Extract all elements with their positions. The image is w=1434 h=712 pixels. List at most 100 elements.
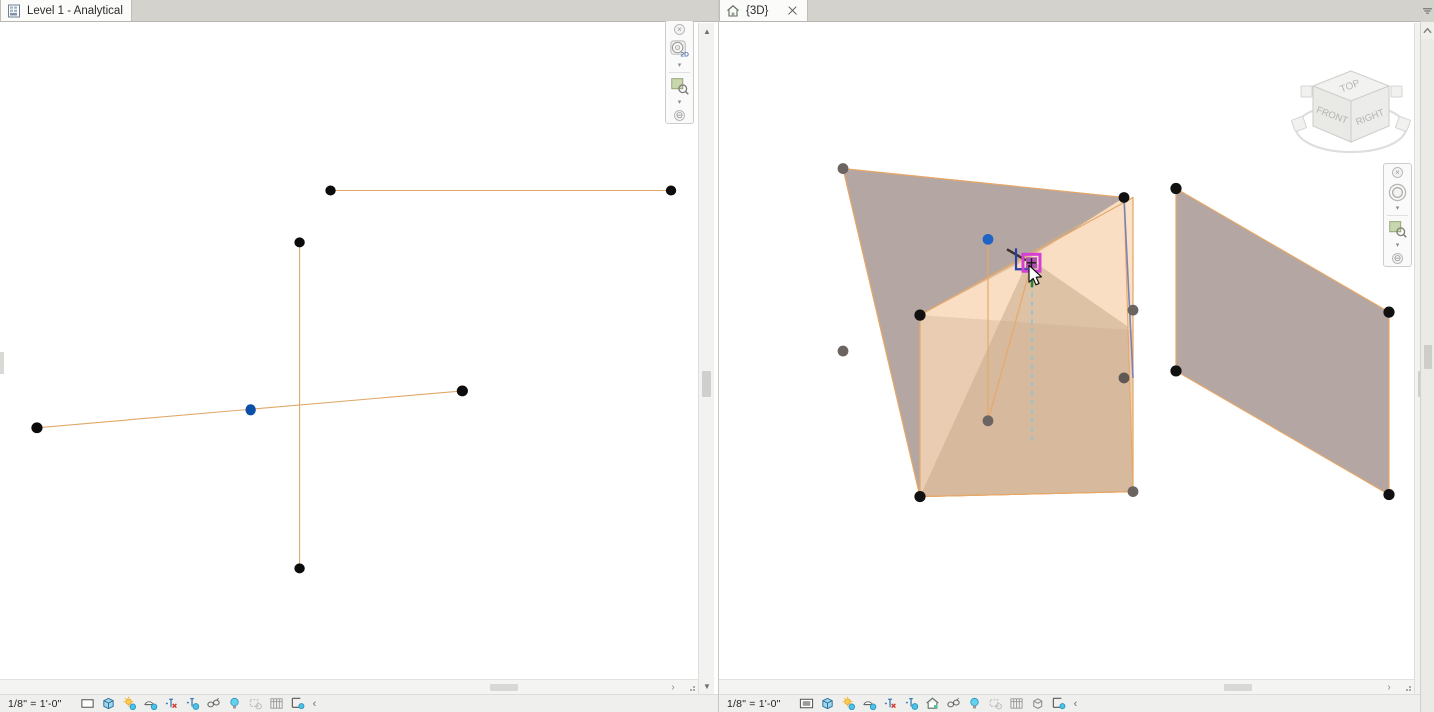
node-k[interactable] [1383,306,1395,318]
resize-grip[interactable] [686,682,696,692]
node-selected-blue[interactable] [982,233,994,245]
right-view-pane: {3D} TOP FRONT RIGHT × ▾ ▾ ⊖ › 1/8" = 1'… [719,0,1434,712]
hscroll-thumb[interactable] [1224,684,1252,691]
node-sloped-left[interactable] [31,422,43,434]
hscroll-right-icon[interactable]: › [666,680,680,695]
sun-path-icon[interactable] [120,696,139,712]
node-sloped-right[interactable] [456,385,468,397]
panel-gray-wall-right[interactable] [1175,187,1390,496]
panel-orange-bottom-wedge [920,315,1133,497]
scroll-down-icon[interactable]: ▼ [699,678,715,694]
crop-region-icon[interactable] [78,696,97,712]
node-g[interactable] [982,415,994,427]
left-view-pane: Level 1 - Analytical × 2D ▾ ▾ ⊖ ▲ ▼ › 1/… [0,0,719,712]
section-box-icon[interactable] [1028,696,1047,712]
node-f[interactable] [1118,372,1130,384]
close-icon[interactable] [786,4,799,17]
visual-style-icon[interactable] [204,696,223,712]
navbar-divider [669,72,690,73]
navbar-close-icon[interactable]: × [1392,167,1403,178]
rail-collapse-icon[interactable] [1421,0,1434,22]
steering-wheel-full-icon[interactable] [1386,180,1410,204]
zoom-region-icon[interactable] [668,74,692,98]
rail-scroll-up-icon[interactable] [1421,22,1434,39]
node-d[interactable] [914,309,926,321]
right-horizontal-scrollbar[interactable]: › [719,679,1414,694]
tab-3d-view[interactable]: {3D} [719,0,809,21]
render-gallery-icon[interactable] [183,696,202,712]
zoom-region-icon[interactable] [1386,217,1410,241]
left-horizontal-scrollbar[interactable]: › [0,679,698,694]
render-gallery-icon[interactable] [902,696,921,712]
analytical-model-icon[interactable] [288,696,307,712]
node-j[interactable] [1170,182,1182,195]
shadows-icon[interactable] [141,696,160,712]
node-h[interactable] [914,491,926,503]
scroll-up-icon[interactable]: ▲ [699,23,715,39]
view-cube[interactable]: TOP FRONT RIGHT [1289,56,1414,166]
right-status-bar: 1/8" = 1'-0" ‹ [719,694,1434,712]
node-a[interactable] [837,163,849,174]
tab-label: Level 1 - Analytical [27,4,123,17]
navbar-minimize-icon[interactable]: ⊖ [1392,253,1403,264]
sun-path-icon[interactable] [839,696,858,712]
tab-label: {3D} [746,4,769,17]
left-vertical-scrollbar[interactable]: ▲ ▼ [698,23,714,694]
node-c[interactable] [837,345,849,357]
steering-wheel-dropdown-caret[interactable]: ▾ [1396,205,1400,212]
visual-style-icon[interactable] [944,696,963,712]
left-navigation-bar[interactable]: × 2D ▾ ▾ ⊖ [665,20,694,124]
floor-plan-icon [7,4,21,18]
render-gallery-off-icon[interactable] [881,696,900,712]
node-e[interactable] [1127,304,1139,316]
node-b[interactable] [1118,192,1130,203]
resize-grip[interactable] [1402,682,1412,692]
analytical-model-icon[interactable] [1049,696,1068,712]
node-sloped-midpoint-selected[interactable] [245,404,256,416]
worksharing-display-icon[interactable] [267,696,286,712]
status-overflow-icon[interactable]: ‹ [1070,698,1082,710]
temporary-hide-isolate-icon[interactable] [246,696,265,712]
reveal-hidden-elements-icon[interactable] [965,696,984,712]
view-scale-label: 1/8" = 1'-0" [8,697,62,710]
node-top-beam-left[interactable] [325,185,336,196]
right-tabstrip: {3D} [719,0,1434,22]
svg-text:2D: 2D [680,51,689,58]
hscroll-right-icon[interactable]: › [1382,680,1396,695]
tab-level-1-analytical[interactable]: Level 1 - Analytical [0,0,132,21]
home-3d-icon [726,4,740,18]
home-view-icon[interactable] [923,696,942,712]
window-scroll-rail[interactable] [1420,0,1434,712]
rail-bottom-spacer [1421,696,1434,712]
left-status-bar: 1/8" = 1'-0" ‹ [0,694,718,712]
steering-wheel-dropdown-caret[interactable]: ▾ [678,62,682,69]
shadows-icon[interactable] [860,696,879,712]
3d-view-icon[interactable] [818,696,837,712]
worksharing-display-icon[interactable] [1007,696,1026,712]
steering-wheel-2d-icon[interactable]: 2D [668,37,692,61]
node-column-top[interactable] [294,237,305,248]
render-gallery-off-icon[interactable] [162,696,181,712]
navbar-close-icon[interactable]: × [674,24,685,35]
scroll-thumb[interactable] [702,371,711,397]
crop-region-icon[interactable] [797,696,816,712]
left-drawing-canvas[interactable] [2,23,697,692]
analytical-stick-model [31,185,677,574]
node-m[interactable] [1383,489,1395,501]
3d-view-icon[interactable] [99,696,118,712]
node-l[interactable] [1170,365,1182,377]
navbar-minimize-icon[interactable]: ⊖ [674,110,685,121]
zoom-dropdown-caret[interactable]: ▾ [678,99,682,106]
node-top-beam-right[interactable] [665,185,677,196]
right-navigation-bar[interactable]: × ▾ ▾ ⊖ [1383,163,1412,267]
node-column-bottom[interactable] [294,563,305,574]
left-edge-splitter[interactable] [0,352,4,374]
rail-scroll-thumb[interactable] [1424,345,1432,369]
zoom-dropdown-caret[interactable]: ▾ [1396,242,1400,249]
status-overflow-icon[interactable]: ‹ [309,698,321,710]
view-scale-label: 1/8" = 1'-0" [727,697,781,710]
temporary-hide-isolate-icon[interactable] [986,696,1005,712]
hscroll-thumb[interactable] [490,684,518,691]
node-i[interactable] [1127,486,1139,497]
reveal-hidden-elements-icon[interactable] [225,696,244,712]
